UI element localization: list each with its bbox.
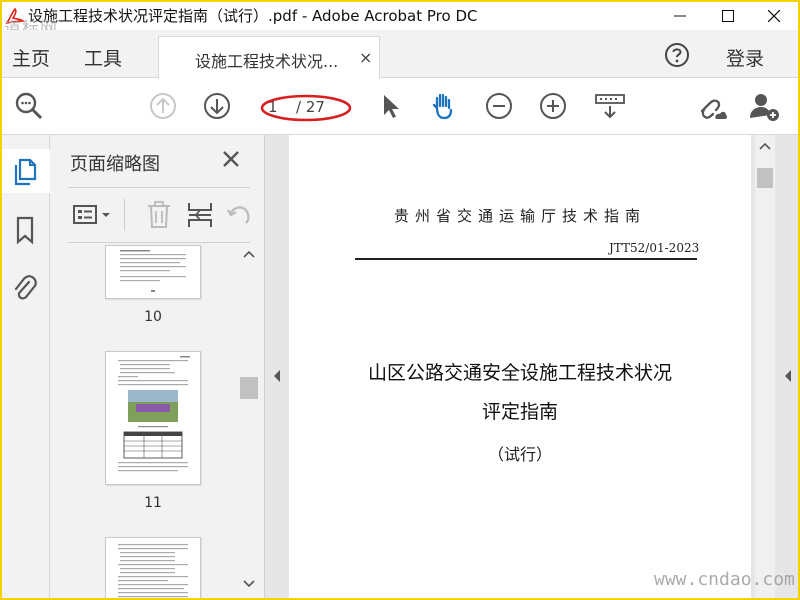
panel-divider — [68, 187, 250, 188]
login-button[interactable]: 登录 — [726, 44, 764, 71]
document-scrollbar-thumb[interactable] — [757, 168, 773, 188]
header-rule — [355, 258, 697, 260]
document-title-line2: 评定指南 — [481, 401, 558, 423]
thumbnail-label-10: 10 — [144, 309, 162, 325]
red-highlight-ellipse — [260, 94, 352, 122]
scroll-up-icon[interactable] — [243, 249, 255, 259]
menu-tools[interactable]: 工具 — [84, 44, 122, 71]
zoom-search-icon[interactable] — [14, 91, 44, 121]
close-button[interactable] — [751, 2, 797, 30]
menu-tab-bar: 主页 工具 设施工程技术状况... × 登录 — [2, 30, 798, 79]
document-subtitle: （试行） — [487, 445, 552, 464]
watermark-bottom: www.cndao.com — [654, 569, 795, 590]
close-icon — [768, 10, 780, 22]
document-code: JTT52/01-2023 — [609, 241, 700, 255]
rotate-page-icon[interactable] — [226, 203, 252, 229]
maximize-icon — [722, 10, 734, 22]
bookmark-icon[interactable] — [11, 215, 39, 245]
panel-toolbar — [68, 195, 258, 235]
panel-close-icon[interactable] — [220, 148, 242, 170]
thumbnail-page-10[interactable] — [105, 245, 201, 299]
document-viewer: 贵州省交通运输厅技术指南 JTT52/01-2023 山区公路交通安全设施工程技… — [265, 135, 798, 598]
thumbnail-page-12-content — [118, 544, 188, 598]
minimize-button[interactable] — [657, 2, 703, 30]
menu-home[interactable]: 主页 — [12, 44, 50, 71]
page-display-icon[interactable] — [594, 91, 626, 121]
thumbnail-page-11[interactable] — [105, 351, 201, 485]
left-navigation-rail — [2, 135, 50, 598]
zoom-out-icon[interactable] — [484, 91, 514, 121]
thumbnail-list: 10 11 — [50, 245, 242, 598]
scroll-down-icon[interactable] — [243, 579, 255, 589]
window-title: 设施工程技术状况评定指南（试行）.pdf - Adobe Acrobat Pro… — [28, 7, 478, 25]
document-agency: 贵州省交通运输厅技术指南 — [393, 207, 646, 225]
tab-close-button[interactable]: × — [359, 48, 372, 67]
delete-page-icon[interactable] — [146, 201, 172, 229]
thumbnail-label-11: 11 — [144, 495, 162, 511]
document-title-line1: 山区公路交通安全设施工程技术状况 — [367, 362, 672, 384]
title-bar: 设施工程技术状况评定指南（试行）.pdf - Adobe Acrobat Pro… — [2, 2, 798, 39]
panel-title: 页面缩略图 — [70, 154, 160, 175]
thumbnail-page-10-content — [120, 250, 186, 292]
panel-tool-separator — [124, 199, 125, 231]
attachment-icon[interactable] — [11, 273, 39, 303]
document-scrollbar[interactable] — [755, 135, 775, 598]
acrobat-window: 设施工程技术状况评定指南（试行）.pdf - Adobe Acrobat Pro… — [2, 2, 798, 598]
thumbnail-page-11-content — [118, 356, 190, 472]
add-user-icon[interactable] — [748, 91, 782, 121]
thumbnail-page-12[interactable] — [105, 537, 201, 598]
pdf-page: 贵州省交通运输厅技术指南 JTT52/01-2023 山区公路交通安全设施工程技… — [289, 135, 751, 598]
next-page-icon[interactable] — [202, 91, 232, 121]
help-icon[interactable] — [664, 42, 690, 68]
previous-page-icon[interactable] — [148, 91, 178, 121]
zoom-in-icon[interactable] — [538, 91, 568, 121]
maximize-button[interactable] — [705, 2, 751, 30]
expand-right-panel-icon[interactable] — [783, 369, 793, 383]
document-tab[interactable]: 设施工程技术状况... × — [158, 36, 380, 79]
doc-scroll-up-icon[interactable] — [759, 141, 771, 151]
insert-page-icon[interactable] — [186, 201, 214, 229]
toolbar: 1 / 27 — [2, 79, 798, 135]
thumbnail-scrollbar[interactable] — [240, 245, 258, 598]
thumbnail-scrollbar-thumb[interactable] — [240, 377, 258, 399]
hand-tool-icon[interactable] — [428, 91, 458, 121]
page-navigator: 1 / 27 — [260, 94, 352, 122]
collapse-left-panel-icon[interactable] — [272, 369, 282, 383]
minimize-icon — [674, 15, 686, 17]
select-cursor-icon[interactable] — [376, 91, 406, 121]
panel-tools-divider — [68, 242, 250, 243]
page-thumbnails-panel: 页面缩略图 10 11 — [50, 135, 265, 598]
page-thumbnails-icon[interactable] — [11, 157, 39, 187]
document-tab-label: 设施工程技术状况... — [195, 52, 339, 71]
share-link-icon[interactable] — [696, 91, 728, 121]
thumbnail-options-icon[interactable] — [72, 203, 116, 227]
